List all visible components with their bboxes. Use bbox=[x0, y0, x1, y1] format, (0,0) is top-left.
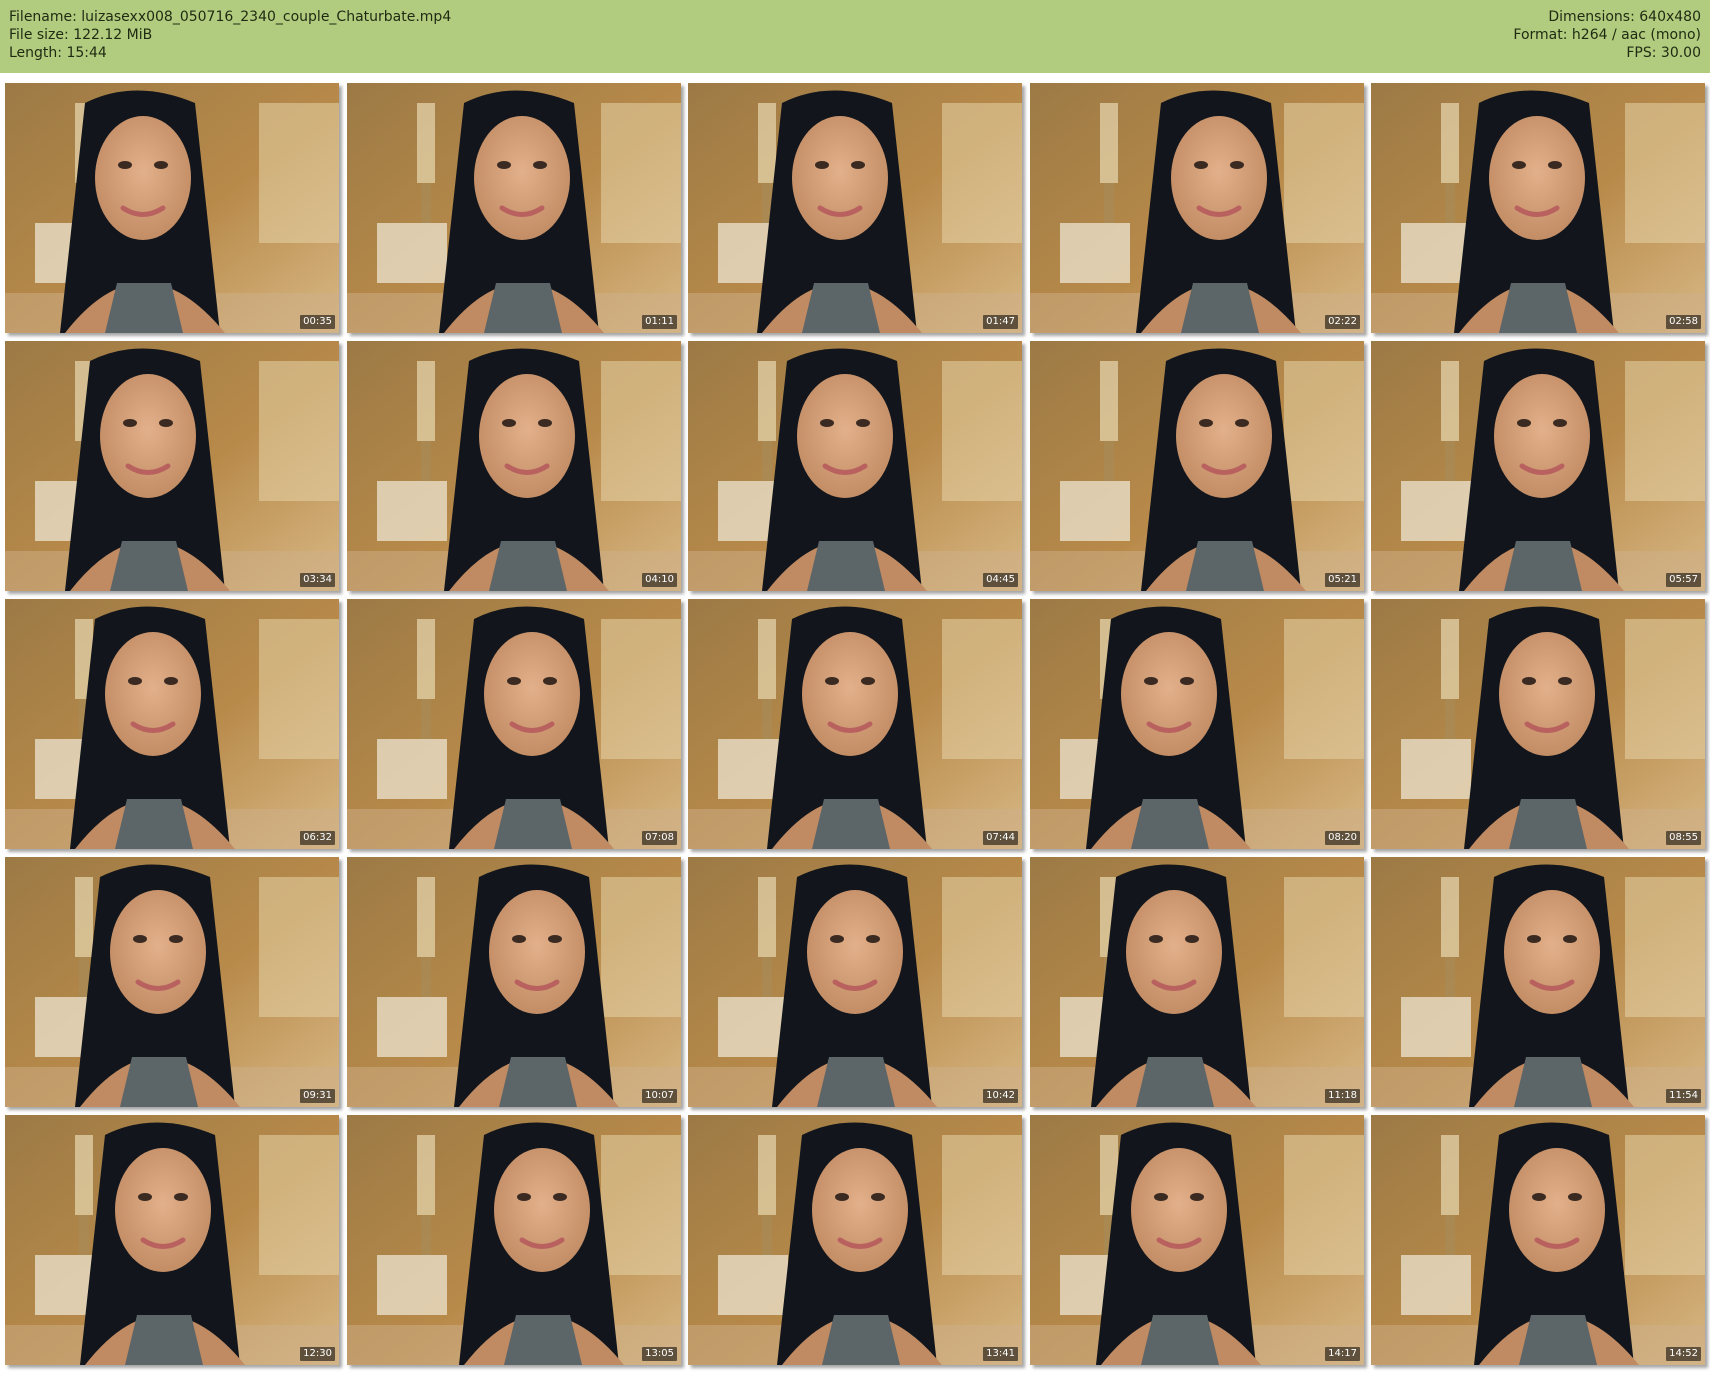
frame-image bbox=[347, 1115, 681, 1365]
video-thumbnail[interactable]: 02:22 bbox=[1030, 83, 1364, 333]
video-thumbnail[interactable]: 06:32 bbox=[5, 599, 339, 849]
frame-image bbox=[5, 1115, 339, 1365]
video-thumbnail[interactable]: 01:47 bbox=[688, 83, 1022, 333]
timestamp-label: 02:22 bbox=[1325, 315, 1360, 329]
video-thumbnail[interactable]: 10:42 bbox=[688, 857, 1022, 1107]
video-thumbnail[interactable]: 08:55 bbox=[1371, 599, 1705, 849]
timestamp-label: 07:44 bbox=[983, 831, 1018, 845]
timestamp-label: 05:21 bbox=[1325, 573, 1360, 587]
frame-image bbox=[1030, 83, 1364, 333]
timestamp-label: 13:05 bbox=[642, 1347, 677, 1361]
timestamp-label: 04:45 bbox=[983, 573, 1018, 587]
frame-image bbox=[1371, 83, 1705, 333]
timestamp-label: 04:10 bbox=[642, 573, 677, 587]
timestamp-label: 13:41 bbox=[983, 1347, 1018, 1361]
timestamp-label: 10:42 bbox=[983, 1089, 1018, 1103]
video-thumbnail[interactable]: 00:35 bbox=[5, 83, 339, 333]
timestamp-label: 10:07 bbox=[642, 1089, 677, 1103]
timestamp-label: 11:18 bbox=[1325, 1089, 1360, 1103]
video-thumbnail[interactable]: 07:44 bbox=[688, 599, 1022, 849]
video-thumbnail[interactable]: 07:08 bbox=[347, 599, 681, 849]
video-thumbnail[interactable]: 05:21 bbox=[1030, 341, 1364, 591]
timestamp-label: 08:55 bbox=[1666, 831, 1701, 845]
frame-image bbox=[1030, 1115, 1364, 1365]
video-thumbnail[interactable]: 03:34 bbox=[5, 341, 339, 591]
timestamp-label: 07:08 bbox=[642, 831, 677, 845]
frame-image bbox=[347, 83, 681, 333]
timestamp-label: 08:20 bbox=[1325, 831, 1360, 845]
frame-image bbox=[1030, 599, 1364, 849]
frame-image bbox=[347, 599, 681, 849]
length-text: Length: 15:44 bbox=[9, 45, 107, 61]
filesize-text: File size: 122.12 MiB bbox=[9, 27, 153, 43]
video-thumbnail[interactable]: 10:07 bbox=[347, 857, 681, 1107]
frame-image bbox=[1371, 1115, 1705, 1365]
video-thumbnail[interactable]: 14:17 bbox=[1030, 1115, 1364, 1365]
video-thumbnail[interactable]: 02:58 bbox=[1371, 83, 1705, 333]
timestamp-label: 01:11 bbox=[642, 315, 677, 329]
frame-image bbox=[1371, 857, 1705, 1107]
frame-image bbox=[688, 341, 1022, 591]
frame-image bbox=[5, 599, 339, 849]
dimensions-text: Dimensions: 640x480 bbox=[1548, 9, 1701, 25]
frame-image bbox=[688, 83, 1022, 333]
video-thumbnail[interactable]: 04:45 bbox=[688, 341, 1022, 591]
video-thumbnail[interactable]: 04:10 bbox=[347, 341, 681, 591]
timestamp-label: 09:31 bbox=[300, 1089, 335, 1103]
timestamp-label: 00:35 bbox=[300, 315, 335, 329]
frame-image bbox=[5, 83, 339, 333]
fps-text: FPS: 30.00 bbox=[1626, 45, 1701, 61]
format-text: Format: h264 / aac (mono) bbox=[1513, 27, 1701, 43]
timestamp-label: 11:54 bbox=[1666, 1089, 1701, 1103]
frame-image bbox=[1030, 341, 1364, 591]
video-thumbnail[interactable]: 14:52 bbox=[1371, 1115, 1705, 1365]
video-thumbnail[interactable]: 11:54 bbox=[1371, 857, 1705, 1107]
video-thumbnail[interactable]: 13:05 bbox=[347, 1115, 681, 1365]
timestamp-label: 14:17 bbox=[1325, 1347, 1360, 1361]
timestamp-label: 05:57 bbox=[1666, 573, 1701, 587]
frame-image bbox=[347, 857, 681, 1107]
frame-image bbox=[688, 1115, 1022, 1365]
timestamp-label: 12:30 bbox=[300, 1347, 335, 1361]
thumbnail-grid: 00:35 01:11 01:47 02:22 02:58 03:34 04:1… bbox=[0, 77, 1710, 1367]
video-thumbnail[interactable]: 08:20 bbox=[1030, 599, 1364, 849]
frame-image bbox=[5, 857, 339, 1107]
video-thumbnail[interactable]: 11:18 bbox=[1030, 857, 1364, 1107]
video-thumbnail[interactable]: 09:31 bbox=[5, 857, 339, 1107]
timestamp-label: 06:32 bbox=[300, 831, 335, 845]
timestamp-label: 02:58 bbox=[1666, 315, 1701, 329]
timestamp-label: 03:34 bbox=[300, 573, 335, 587]
filename-text: Filename: luizasexx008_050716_2340_coupl… bbox=[9, 9, 452, 25]
frame-image bbox=[688, 599, 1022, 849]
timestamp-label: 01:47 bbox=[983, 315, 1018, 329]
video-thumbnail[interactable]: 01:11 bbox=[347, 83, 681, 333]
frame-image bbox=[688, 857, 1022, 1107]
frame-image bbox=[1371, 341, 1705, 591]
timestamp-label: 14:52 bbox=[1666, 1347, 1701, 1361]
frame-image bbox=[5, 341, 339, 591]
frame-image bbox=[1371, 599, 1705, 849]
video-thumbnail[interactable]: 12:30 bbox=[5, 1115, 339, 1365]
file-meta-left: Filename: luizasexx008_050716_2340_coupl… bbox=[9, 8, 451, 62]
frame-image bbox=[347, 341, 681, 591]
info-header: Filename: luizasexx008_050716_2340_coupl… bbox=[0, 0, 1710, 73]
video-thumbnail[interactable]: 05:57 bbox=[1371, 341, 1705, 591]
video-thumbnail[interactable]: 13:41 bbox=[688, 1115, 1022, 1365]
frame-image bbox=[1030, 857, 1364, 1107]
file-meta-right: Dimensions: 640x480 Format: h264 / aac (… bbox=[1513, 8, 1701, 62]
